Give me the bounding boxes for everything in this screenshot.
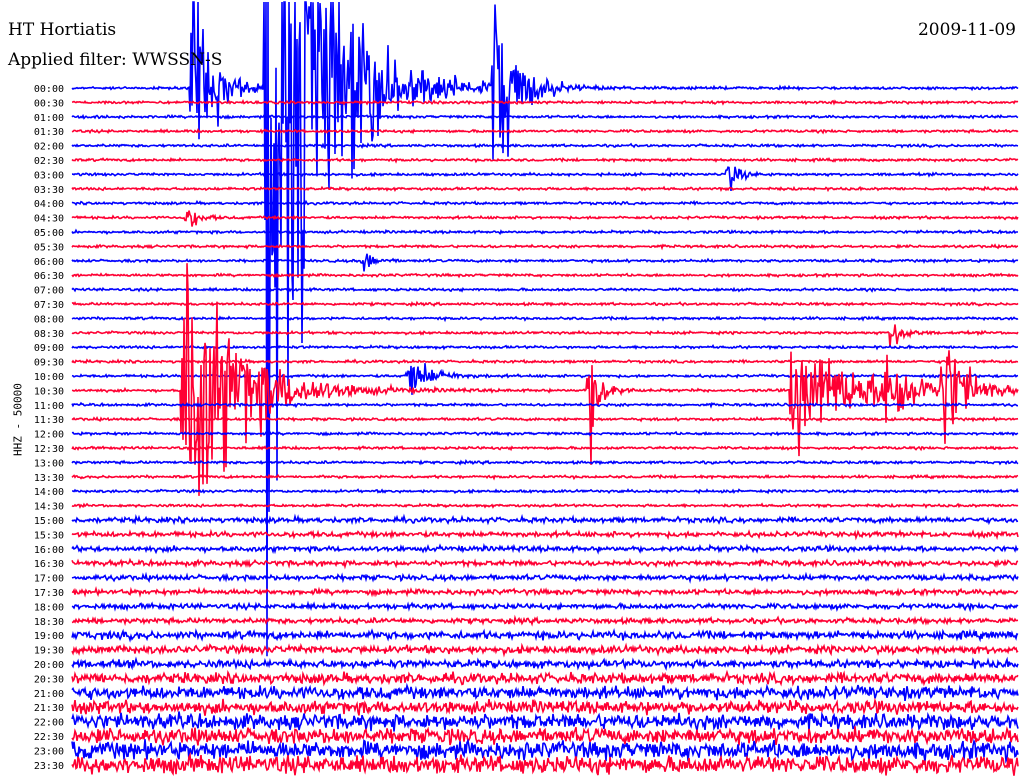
time-label: 01:00 <box>34 113 64 124</box>
helicorder-plot: 00:00 00:30 01:00 01:30 02:00 02:30 03:00 03:30… <box>34 1 1019 776</box>
time-label: 17:00 <box>34 574 64 585</box>
trace-row <box>71 401 1019 409</box>
time-label: 08:30 <box>34 329 64 340</box>
time-label: 03:00 <box>34 170 64 181</box>
time-label: 15:00 <box>34 516 64 527</box>
trace-row <box>71 98 1019 106</box>
time-label: 20:30 <box>34 674 64 685</box>
time-label: 23:00 <box>34 746 64 757</box>
time-label: 07:00 <box>34 286 64 297</box>
time-label: 18:30 <box>34 617 64 628</box>
time-label: 21:30 <box>34 703 64 714</box>
trace-row <box>71 459 1019 466</box>
trace-row <box>71 513 1019 526</box>
trace-row <box>71 656 1019 671</box>
trace-row <box>71 185 1019 193</box>
time-label: 07:30 <box>34 300 64 311</box>
trace-rows <box>71 1 1019 776</box>
trace-row <box>71 682 1019 702</box>
trace-row <box>71 324 1019 348</box>
time-label: 22:00 <box>34 718 64 729</box>
trace-row <box>71 571 1019 584</box>
time-label: 16:00 <box>34 545 64 556</box>
time-label: 11:30 <box>34 415 64 426</box>
time-label: 05:30 <box>34 242 64 253</box>
time-label: 06:00 <box>34 257 64 268</box>
trace-row <box>71 166 1019 191</box>
trace-row <box>71 586 1019 598</box>
time-label: 13:00 <box>34 458 64 469</box>
trace-row <box>71 738 1019 764</box>
trace-row <box>71 473 1019 481</box>
time-label: 09:30 <box>34 358 64 369</box>
time-label: 06:30 <box>34 271 64 282</box>
trace-row <box>71 300 1019 308</box>
trace-row <box>71 642 1019 658</box>
time-label: 11:00 <box>34 401 64 412</box>
time-label: 00:30 <box>34 98 64 109</box>
time-label: 21:00 <box>34 689 64 700</box>
trace-row <box>72 487 1019 495</box>
time-label: 14:30 <box>34 502 64 513</box>
trace-row <box>71 243 1019 251</box>
date-label: 2009-11-09 <box>917 20 1016 40</box>
time-label: 02:30 <box>34 156 64 167</box>
time-label: 01:30 <box>34 127 64 138</box>
time-label: 12:00 <box>34 430 64 441</box>
time-label: 17:30 <box>34 588 64 599</box>
time-label: 04:00 <box>34 199 64 210</box>
trace-row <box>71 1 1019 657</box>
trace-row <box>71 528 1019 541</box>
time-label: 22:30 <box>34 732 64 743</box>
trace-row <box>71 315 1019 323</box>
trace-row <box>71 444 1019 452</box>
time-label: 04:30 <box>34 214 64 225</box>
time-label: 19:00 <box>34 631 64 642</box>
time-label: 18:00 <box>34 602 64 613</box>
time-label: 05:00 <box>34 228 64 239</box>
station-name: HT Hortiatis <box>8 20 117 40</box>
trace-row <box>71 697 1019 716</box>
time-labels: 00:00 00:30 01:00 01:30 02:00 02:30 03:00 03:30… <box>34 84 64 772</box>
trace-row <box>71 627 1019 643</box>
filter-label: Applied filter: WWSSN-S <box>8 50 223 70</box>
trace-row <box>71 669 1019 687</box>
trace-row <box>71 542 1019 555</box>
trace-row <box>71 253 1019 272</box>
time-label: 13:30 <box>34 473 64 484</box>
trace-row <box>71 416 1019 423</box>
time-label: 16:30 <box>34 559 64 570</box>
time-label: 20:00 <box>34 660 64 671</box>
time-label: 23:30 <box>34 761 64 772</box>
trace-row <box>71 557 1019 570</box>
time-label: 08:00 <box>34 314 64 325</box>
trace-row <box>71 156 1019 164</box>
trace-row <box>71 286 1019 293</box>
channel-label: HHZ - 50000 <box>11 383 25 456</box>
trace-row <box>71 199 1019 207</box>
trace-row <box>71 502 1019 509</box>
time-label: 10:00 <box>34 372 64 383</box>
time-label: 03:30 <box>34 185 64 196</box>
time-label: 02:00 <box>34 142 64 153</box>
trace-row <box>71 726 1019 746</box>
trace-row <box>71 430 1019 437</box>
trace-row <box>71 228 1018 236</box>
time-label: 10:30 <box>34 386 64 397</box>
trace-row <box>71 272 1019 279</box>
trace-row <box>71 614 1019 627</box>
time-label: 15:30 <box>34 530 64 541</box>
time-label: 19:30 <box>34 646 64 657</box>
time-label: 14:00 <box>34 487 64 498</box>
time-label: 09:00 <box>34 343 64 354</box>
trace-row <box>71 600 1019 613</box>
trace-row <box>71 128 1019 135</box>
trace-row <box>71 142 1019 150</box>
trace-row <box>71 210 1019 227</box>
time-label: 12:30 <box>34 444 64 455</box>
trace-row <box>71 113 1019 121</box>
time-label: 00:00 <box>34 84 64 95</box>
